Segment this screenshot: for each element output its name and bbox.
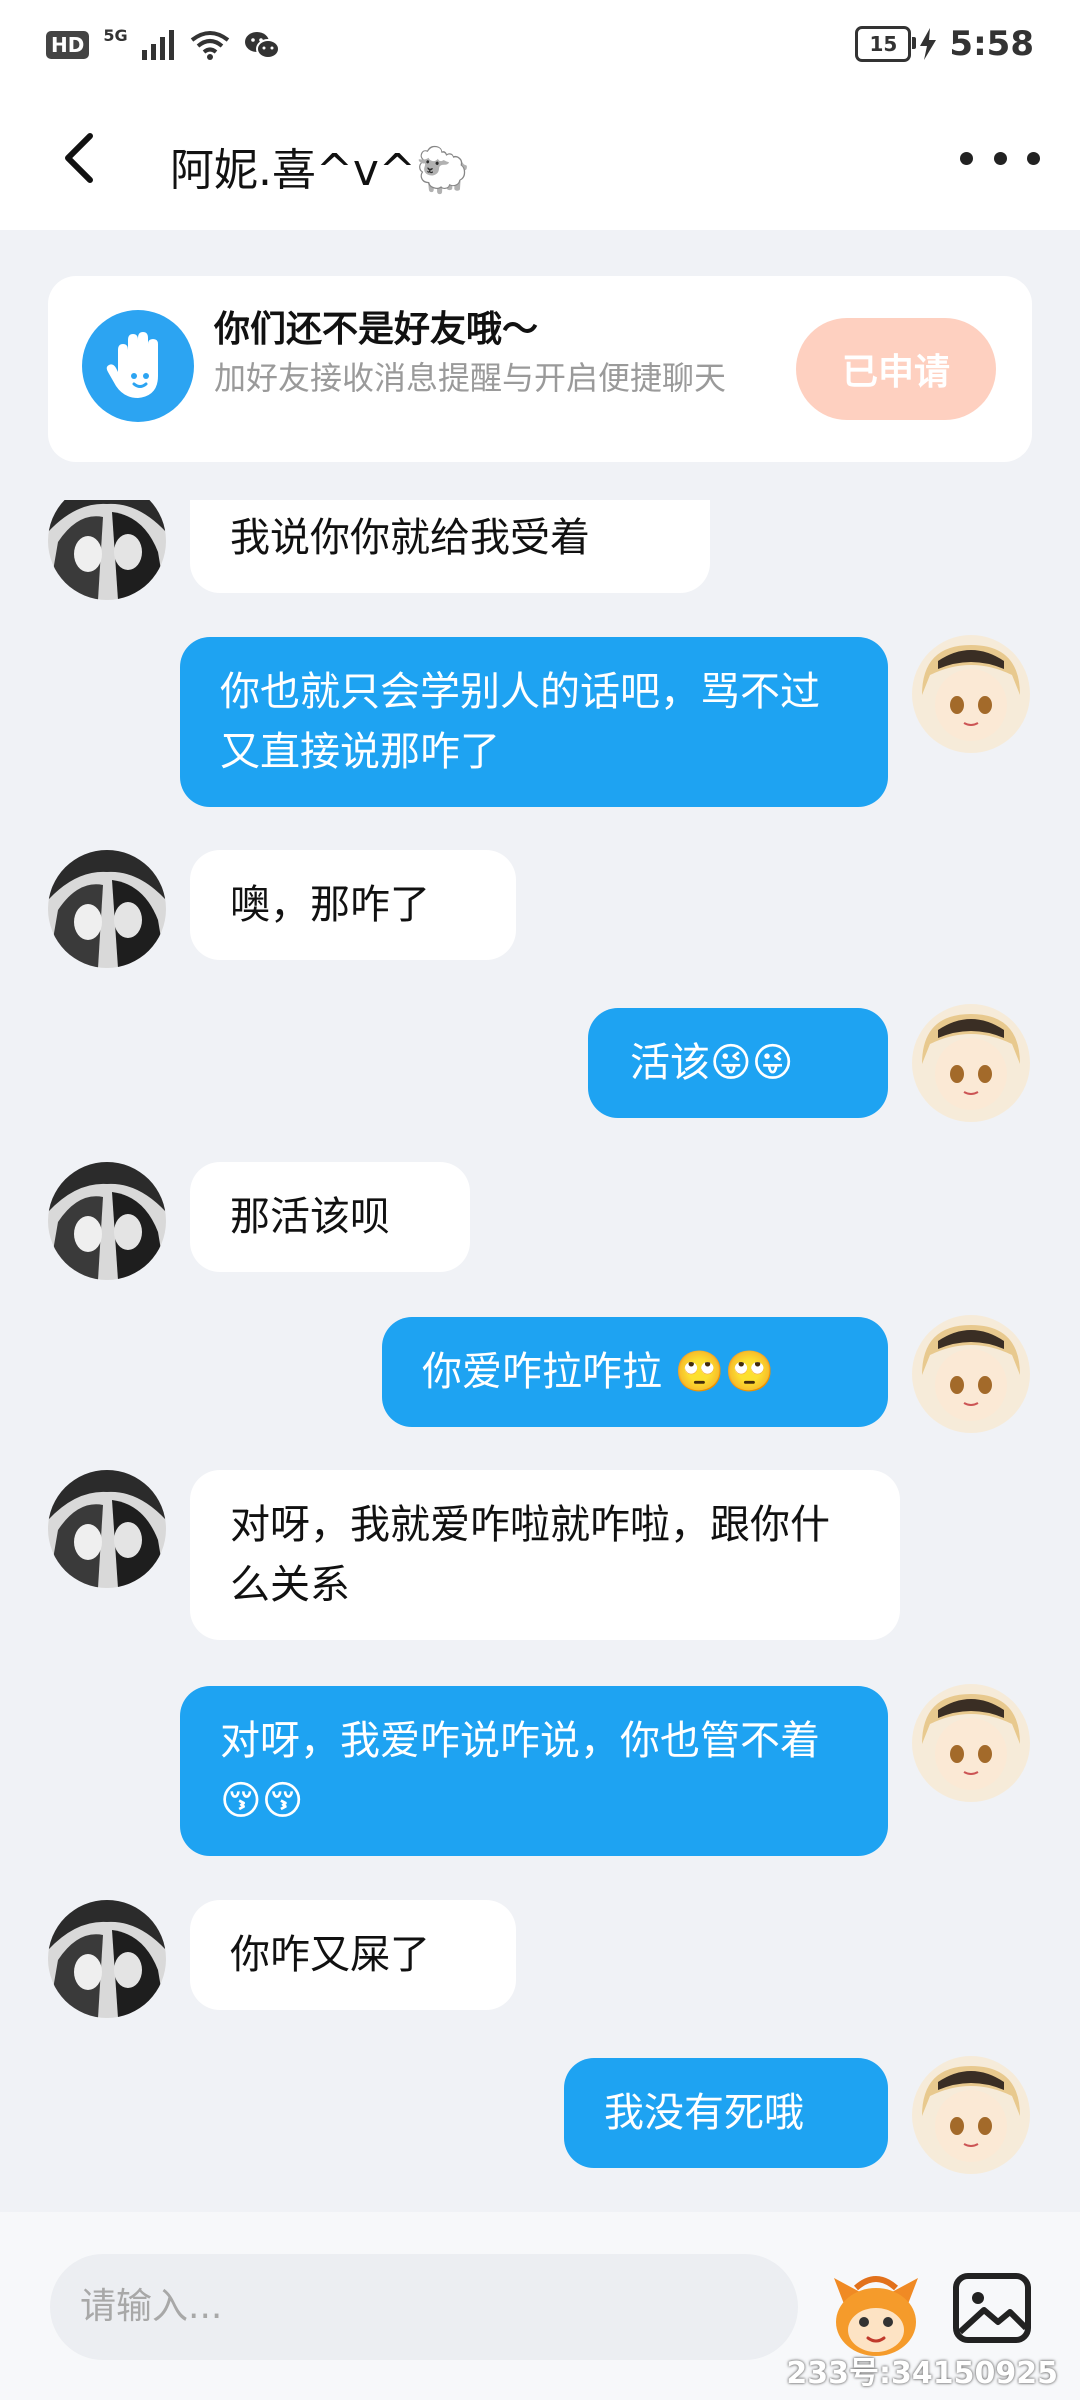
my-avatar[interactable]	[912, 635, 1030, 753]
status-right: 15 5:58	[855, 24, 1034, 64]
outgoing-message[interactable]: 我没有死哦	[564, 2058, 888, 2168]
battery-indicator: 15	[855, 26, 917, 62]
applied-button[interactable]: 已申请	[796, 318, 996, 420]
wifi-icon	[190, 31, 229, 60]
back-button[interactable]	[48, 124, 118, 194]
contact-avatar[interactable]	[48, 1900, 166, 2018]
watermark: 233号:34150925	[786, 2356, 1058, 2391]
chat-header: 阿妮.喜^v^🐑	[0, 100, 1080, 230]
contact-avatar[interactable]	[48, 1162, 166, 1280]
network-type: 5G	[103, 25, 128, 45]
more-button[interactable]	[960, 138, 1040, 178]
contact-avatar[interactable]	[48, 1470, 166, 1588]
outgoing-message[interactable]: 对呀，我爱咋说咋说，你也管不着😚😚	[180, 1686, 888, 1856]
incoming-message[interactable]: 我说你你就给我受着	[190, 500, 710, 593]
friend-request-banner: 你们还不是好友哦～ 加好友接收消息提醒与开启便捷聊天 已申请	[48, 276, 1032, 462]
incoming-message[interactable]: 对呀，我就爱咋啦就咋啦，跟你什么关系	[190, 1470, 900, 1640]
image-icon	[953, 2273, 1031, 2343]
my-avatar[interactable]	[912, 2056, 1030, 2174]
incoming-message[interactable]: 噢，那咋了	[190, 850, 516, 960]
incoming-message[interactable]: 那活该呗	[190, 1162, 470, 1272]
outgoing-message[interactable]: 你也就只会学别人的话吧，骂不过又直接说那咋了	[180, 637, 888, 807]
clock: 5:58	[949, 24, 1034, 64]
message-list[interactable]: 我说你你就给我受着 你也就只会学别人的话吧，骂不过又直接说那咋了 噢，那咋了 活…	[0, 500, 1080, 2212]
message-input[interactable]	[50, 2254, 798, 2360]
signal-icon	[141, 30, 174, 60]
contact-avatar[interactable]	[48, 850, 166, 968]
image-button[interactable]	[950, 2266, 1034, 2350]
outgoing-message[interactable]: 你爱咋拉咋拉 🙄🙄	[382, 1317, 888, 1427]
banner-title: 你们还不是好友哦～	[214, 309, 539, 350]
outgoing-message[interactable]: 活该😜😜	[588, 1008, 888, 1118]
my-avatar[interactable]	[912, 1684, 1030, 1802]
chevron-left-icon	[65, 133, 93, 183]
contact-avatar[interactable]	[48, 500, 166, 600]
status-bar: HD 5G 15 5:58	[0, 0, 1080, 100]
banner-description: 加好友接收消息提醒与开启便捷聊天	[214, 359, 727, 397]
my-avatar[interactable]	[912, 1004, 1030, 1122]
hand-wave-icon	[82, 310, 194, 422]
more-dots-icon	[960, 151, 973, 165]
chat-title: 阿妮.喜^v^🐑	[170, 145, 471, 196]
charging-icon	[920, 28, 937, 60]
input-bar: 233号:34150925	[0, 2212, 1080, 2400]
wechat-icon	[244, 32, 280, 59]
my-avatar[interactable]	[912, 1315, 1030, 1433]
hd-badge: HD	[46, 31, 90, 59]
status-left: HD 5G	[46, 26, 280, 60]
incoming-message[interactable]: 你咋又屎了	[190, 1900, 516, 2010]
